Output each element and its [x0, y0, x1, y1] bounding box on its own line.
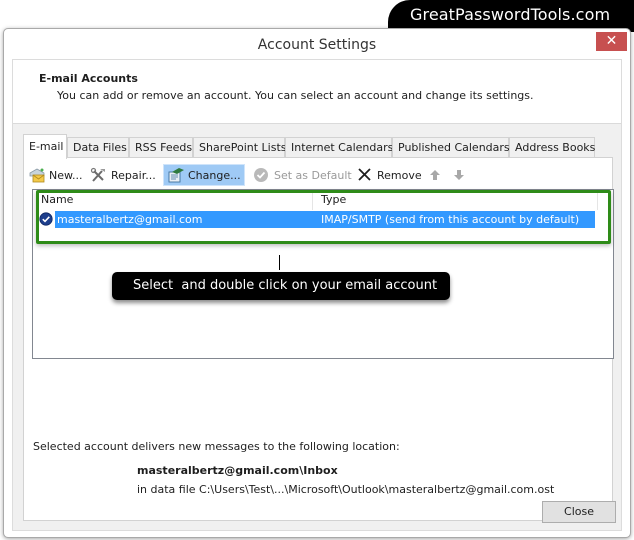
delivery-folder: masteralbertz@gmail.com\Inbox — [137, 464, 338, 477]
account-type: IMAP/SMTP (send from this account by def… — [321, 213, 580, 226]
account-toolbar: New... Repair... Change... Set as Defaul… — [24, 164, 612, 188]
title-bar: Account Settings ✕ — [4, 29, 630, 59]
tab-address-books[interactable]: Address Books — [509, 137, 595, 158]
list-header: Name Type — [33, 190, 613, 210]
header-panel: E-mail Accounts You can add or remove an… — [13, 60, 621, 124]
column-separator[interactable] — [597, 190, 598, 210]
close-icon: ✕ — [605, 33, 618, 49]
set-default-button[interactable]: Set as Default — [250, 164, 355, 186]
arrow-down-icon — [451, 167, 469, 183]
new-mail-icon — [28, 167, 46, 183]
move-up-button[interactable] — [424, 164, 451, 186]
tab-sharepoint-lists[interactable]: SharePoint Lists — [193, 137, 287, 158]
delivery-label: Selected account delivers new messages t… — [33, 440, 400, 453]
window-title: Account Settings — [257, 37, 377, 53]
change-account-icon — [167, 167, 185, 183]
default-account-check-icon — [39, 212, 53, 226]
change-button[interactable]: Change... — [163, 164, 245, 186]
column-separator[interactable] — [312, 190, 313, 210]
tab-email[interactable]: E-mail — [23, 134, 67, 159]
tools-icon — [90, 167, 108, 183]
callout-text: Select and double click on your email ac… — [133, 278, 438, 293]
window-close-button[interactable]: ✕ — [596, 32, 627, 51]
move-down-button[interactable] — [448, 164, 475, 186]
header-title: E-mail Accounts — [39, 72, 138, 85]
account-name: masteralbertz@gmail.com — [57, 213, 203, 226]
close-button[interactable]: Close — [542, 501, 616, 523]
email-tab-panel: New... Repair... Change... Set as Defaul… — [23, 157, 614, 521]
tab-data-files[interactable]: Data Files — [67, 137, 129, 158]
remove-x-icon — [356, 167, 374, 183]
checkmark-circle-icon — [253, 167, 271, 183]
brand-text: GreatPasswordTools.com — [410, 5, 611, 24]
delivery-data-file: in data file C:\Users\Test\...\Microsoft… — [137, 483, 555, 496]
account-row[interactable]: masteralbertz@gmail.com IMAP/SMTP (send … — [55, 211, 595, 228]
remove-button[interactable]: Remove — [353, 164, 425, 186]
arrow-up-icon — [427, 167, 445, 183]
header-description: You can add or remove an account. You ca… — [57, 89, 534, 102]
tab-published-calendars[interactable]: Published Calendars — [392, 137, 510, 158]
new-account-button[interactable]: New... — [25, 164, 85, 186]
tab-rss-feeds[interactable]: RSS Feeds — [129, 137, 193, 158]
callout-pointer — [279, 255, 280, 270]
instruction-callout: Select and double click on your email ac… — [112, 272, 450, 300]
tab-internet-calendars[interactable]: Internet Calendars — [285, 137, 393, 158]
column-header-name[interactable]: Name — [41, 193, 73, 206]
column-header-type[interactable]: Type — [321, 193, 346, 206]
repair-button[interactable]: Repair... — [87, 164, 159, 186]
